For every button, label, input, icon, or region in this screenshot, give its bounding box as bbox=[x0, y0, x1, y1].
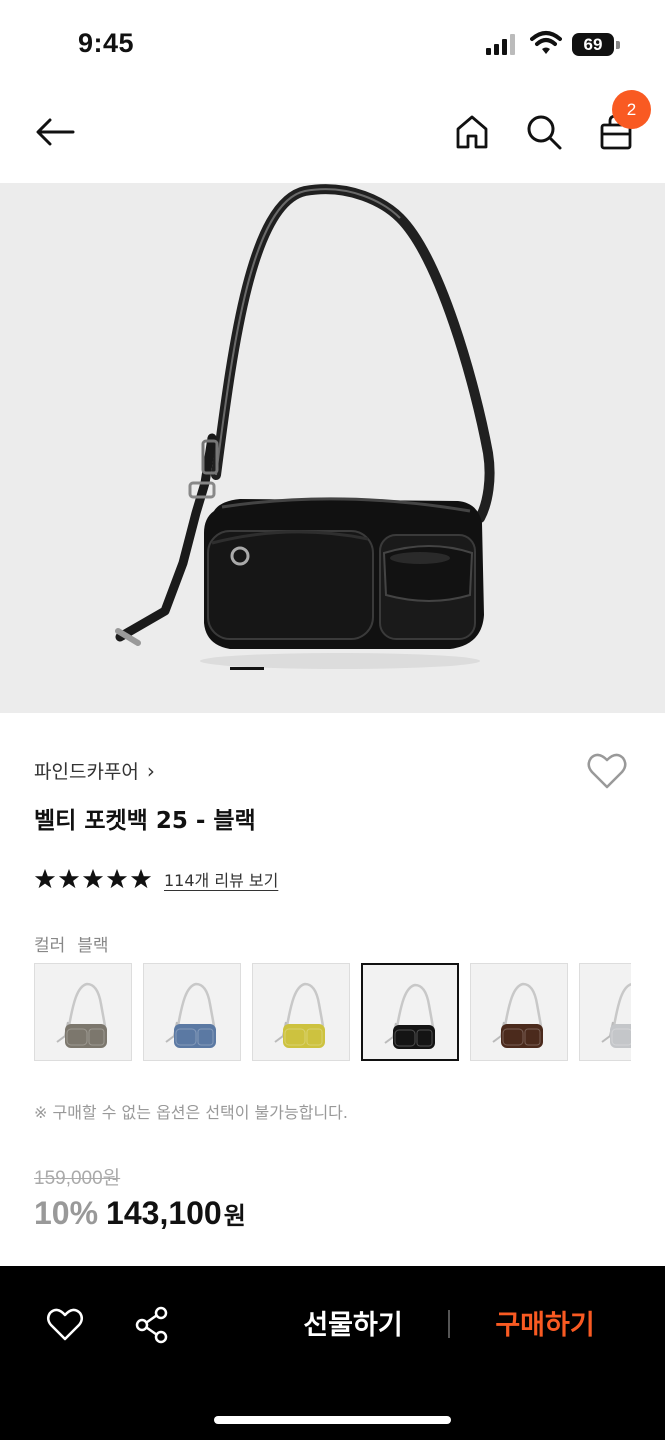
swatch-bag-thumbnail bbox=[165, 982, 216, 1048]
battery-icon: 69 bbox=[572, 33, 620, 56]
swatch-bag-thumbnail bbox=[384, 983, 435, 1049]
product-image-carousel[interactable] bbox=[0, 183, 665, 713]
search-button[interactable] bbox=[522, 110, 566, 154]
status-time: 9:45 bbox=[78, 28, 135, 58]
home-icon bbox=[456, 115, 488, 149]
back-button[interactable] bbox=[33, 110, 77, 154]
heart-icon bbox=[587, 753, 627, 789]
color-option-label: 컬러 블랙 bbox=[34, 931, 109, 956]
cart-count-badge: 2 bbox=[612, 90, 651, 129]
color-swatch[interactable] bbox=[579, 963, 631, 1061]
sale-price: 143,100 bbox=[106, 1195, 222, 1231]
battery-level: 69 bbox=[572, 33, 614, 56]
brand-link[interactable]: 파인드카푸어 › bbox=[34, 757, 155, 784]
product-image bbox=[115, 184, 495, 669]
wifi-icon bbox=[530, 31, 562, 54]
wishlist-bottom-button[interactable] bbox=[46, 1307, 84, 1343]
gift-button[interactable]: 선물하기 bbox=[270, 1304, 436, 1348]
home-indicator[interactable] bbox=[214, 1416, 451, 1424]
battery-cap bbox=[616, 41, 620, 49]
wishlist-button[interactable] bbox=[586, 751, 628, 791]
star-icon bbox=[58, 868, 80, 889]
top-nav bbox=[0, 90, 665, 182]
star-icon bbox=[82, 868, 104, 889]
star-icon bbox=[130, 868, 152, 889]
search-icon bbox=[527, 115, 562, 150]
home-button[interactable] bbox=[450, 110, 494, 154]
chevron-right-icon: › bbox=[146, 758, 155, 783]
star-icon bbox=[34, 868, 56, 889]
color-swatch[interactable] bbox=[34, 963, 132, 1061]
color-swatch-selected[interactable] bbox=[361, 963, 459, 1061]
carousel-indicator bbox=[230, 667, 264, 670]
color-swatch[interactable] bbox=[470, 963, 568, 1061]
swatch-bag-thumbnail bbox=[56, 982, 107, 1048]
back-arrow-icon bbox=[36, 118, 75, 146]
swatch-bag-thumbnail bbox=[601, 983, 631, 1048]
buy-button[interactable]: 구매하기 bbox=[462, 1304, 628, 1348]
status-bar: 9:45 69 bbox=[0, 0, 665, 90]
rating-row: 114개 리뷰 보기 bbox=[34, 867, 278, 891]
color-swatch[interactable] bbox=[252, 963, 350, 1061]
star-icon bbox=[106, 868, 128, 889]
swatch-bag-thumbnail bbox=[492, 982, 543, 1048]
selected-color: 블랙 bbox=[77, 936, 109, 956]
rating-stars bbox=[34, 868, 152, 890]
heart-icon bbox=[47, 1308, 83, 1341]
color-label: 컬러 bbox=[34, 936, 66, 956]
share-icon bbox=[135, 1306, 168, 1344]
bottom-action-bar: 선물하기 구매하기 bbox=[0, 1266, 665, 1440]
price-unit: 원 bbox=[223, 1202, 246, 1230]
swatch-bag-thumbnail bbox=[274, 982, 325, 1048]
discount-rate: 10% bbox=[34, 1195, 99, 1231]
review-link[interactable]: 114개 리뷰 보기 bbox=[164, 867, 278, 891]
brand-name: 파인드카푸어 bbox=[34, 761, 139, 783]
signal-icon bbox=[486, 34, 515, 55]
share-button[interactable] bbox=[134, 1306, 170, 1344]
option-notice: ※ 구매할 수 없는 옵션은 선택이 불가능합니다. bbox=[34, 1103, 348, 1122]
product-title: 벨티 포켓백 25 - 블랙 bbox=[34, 808, 256, 834]
original-price: 159,000원 bbox=[34, 1168, 121, 1189]
color-swatch[interactable] bbox=[143, 963, 241, 1061]
divider bbox=[448, 1310, 450, 1338]
price-row: 10% 143,100 원 bbox=[34, 1195, 246, 1232]
color-swatches bbox=[34, 963, 631, 1063]
